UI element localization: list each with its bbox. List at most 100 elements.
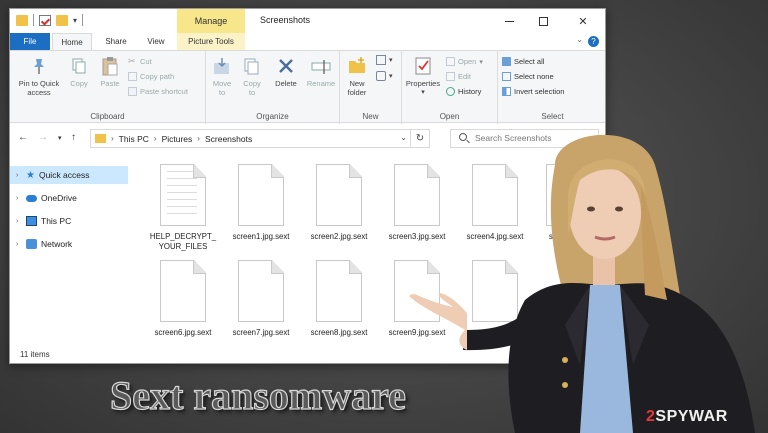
forward-arrow-icon[interactable]: → <box>38 132 48 143</box>
sidebar-item-onedrive[interactable]: › OneDrive <box>10 189 128 207</box>
address-bar[interactable]: › This PC › Pictures › Screenshots ⌄ ↻ <box>90 129 430 148</box>
minimize-button[interactable] <box>495 11 523 31</box>
file-item[interactable]: screen1.jpg.sext <box>223 164 299 242</box>
copy-path-button[interactable]: Copy path <box>128 72 174 81</box>
customize-dropdown-icon[interactable]: ▾ <box>73 16 77 25</box>
sidebar-item-label: Network <box>41 239 73 249</box>
paste-shortcut-label: Paste shortcut <box>140 87 188 96</box>
close-button[interactable]: ✕ <box>569 11 597 31</box>
file-item[interactable]: screen7.jpg.sext <box>223 260 299 338</box>
cut-button[interactable]: ✂ Cut <box>128 56 152 67</box>
tab-file[interactable]: File <box>10 33 50 50</box>
easy-access-icon <box>376 71 386 81</box>
sidebar-item-this-pc[interactable]: › This PC <box>10 212 128 230</box>
easy-access-button[interactable]: ▾ <box>376 71 393 81</box>
title-bar: ▾ Manage Screenshots ✕ <box>10 9 605 33</box>
file-name: screen1.jpg.sext <box>232 232 290 241</box>
star-icon: ★ <box>26 169 35 181</box>
help-icon[interactable]: ? <box>588 36 599 47</box>
tab-view[interactable]: View <box>138 33 174 50</box>
pin-quick-access-button[interactable]: Pin to Quick access <box>14 55 64 97</box>
history-icon <box>446 87 455 96</box>
paste-button[interactable]: Paste <box>96 55 124 88</box>
delete-button[interactable]: Delete <box>272 55 300 88</box>
chevron-right-icon[interactable]: › <box>16 218 22 225</box>
select-group-label: Select <box>541 112 564 121</box>
organize-group-label: Organize <box>256 112 289 121</box>
sidebar-item-quick-access[interactable]: › ★ Quick access <box>10 166 128 184</box>
blank-file-icon <box>238 164 284 226</box>
properties-button[interactable]: Properties ▾ <box>404 55 442 97</box>
select-none-button[interactable]: Select none <box>502 72 554 81</box>
chevron-right-icon[interactable]: › <box>16 195 22 202</box>
back-arrow-icon[interactable]: ← <box>18 132 28 143</box>
ribbon: Pin to Quick access Copy Paste ✂ Cut Cop… <box>10 50 605 124</box>
up-arrow-icon[interactable]: ↑ <box>71 132 76 143</box>
scissors-icon: ✂ <box>128 56 136 66</box>
toolbar-divider <box>33 14 34 26</box>
file-item[interactable]: screen8.jpg.sext <box>301 260 377 338</box>
invert-selection-button[interactable]: Invert selection <box>502 87 564 96</box>
file-item[interactable]: screen2.jpg.sext <box>301 164 377 242</box>
manage-context-tab[interactable]: Manage <box>177 9 245 33</box>
paste-shortcut-button[interactable]: Paste shortcut <box>128 87 188 96</box>
file-item-help-decrypt[interactable]: HELP_DECRYPT_ YOUR_FILES <box>145 164 221 252</box>
window-title: Screenshots <box>260 15 311 25</box>
properties-icon <box>412 55 434 77</box>
copy-to-button[interactable]: Copy to <box>238 55 266 97</box>
new-folder-label: New folder <box>347 79 367 97</box>
monitor-icon <box>26 216 37 226</box>
overlay-title: Sext ransomware <box>109 372 406 418</box>
tab-picture-tools[interactable]: Picture Tools <box>177 33 245 50</box>
open-button[interactable]: Open ▾ <box>446 57 483 66</box>
blank-file-icon <box>160 260 206 322</box>
rename-button[interactable]: Rename <box>304 55 338 88</box>
breadcrumb-this-pc[interactable]: This PC <box>119 134 149 144</box>
paste-icon <box>99 55 121 77</box>
new-item-button[interactable]: ▾ <box>376 55 393 65</box>
folder-icon[interactable] <box>16 14 28 26</box>
sidebar-item-label: OneDrive <box>41 193 77 203</box>
edit-button[interactable]: Edit <box>446 72 471 81</box>
ribbon-tabs: File Home Share View Picture Tools ⌄ ? <box>10 33 605 50</box>
file-item[interactable]: screen6.jpg.sext <box>145 260 221 338</box>
copy-button[interactable]: Copy <box>66 55 92 88</box>
chevron-right-icon[interactable]: › <box>16 241 22 248</box>
recent-locations-icon[interactable]: ▾ <box>58 134 62 142</box>
rename-label: Rename <box>306 79 336 88</box>
breadcrumb-screenshots[interactable]: Screenshots <box>205 134 252 144</box>
blank-file-icon <box>316 164 362 226</box>
close-icon: ✕ <box>578 15 588 28</box>
face-shape <box>569 167 641 259</box>
properties-label: Properties <box>405 79 441 88</box>
chevron-down-icon[interactable]: ⌄ <box>576 35 583 44</box>
copy-icon <box>68 55 90 77</box>
chevron-right-icon[interactable]: › <box>16 172 22 179</box>
blank-file-icon <box>238 260 284 322</box>
toolbar-divider <box>82 14 84 26</box>
history-button[interactable]: History <box>446 87 481 96</box>
copy-label: Copy <box>70 79 88 88</box>
invert-selection-icon <box>502 87 511 96</box>
maximize-icon <box>538 16 548 26</box>
breadcrumb-pictures[interactable]: Pictures <box>162 134 193 144</box>
select-all-button[interactable]: Select all <box>502 57 544 66</box>
tab-home[interactable]: Home <box>52 33 92 50</box>
new-item-icon <box>376 55 386 65</box>
new-folder-button[interactable]: New folder <box>342 55 372 97</box>
move-to-button[interactable]: Move to <box>208 55 236 97</box>
select-all-icon <box>502 57 511 66</box>
delete-label: Delete <box>275 79 297 88</box>
jacket-button <box>562 357 568 363</box>
select-none-icon <box>502 72 511 81</box>
sidebar-item-network[interactable]: › Network <box>10 235 128 253</box>
maximize-button[interactable] <box>529 11 557 31</box>
properties-icon[interactable] <box>39 14 51 26</box>
rename-icon <box>310 55 332 77</box>
navigation-pane: › ★ Quick access › OneDrive › This PC › … <box>10 152 133 350</box>
tab-share[interactable]: Share <box>98 33 134 50</box>
sidebar-item-label: Quick access <box>38 170 90 180</box>
new-folder-icon[interactable] <box>56 14 68 26</box>
select-none-label: Select none <box>514 72 554 81</box>
copy-to-icon <box>241 55 263 77</box>
